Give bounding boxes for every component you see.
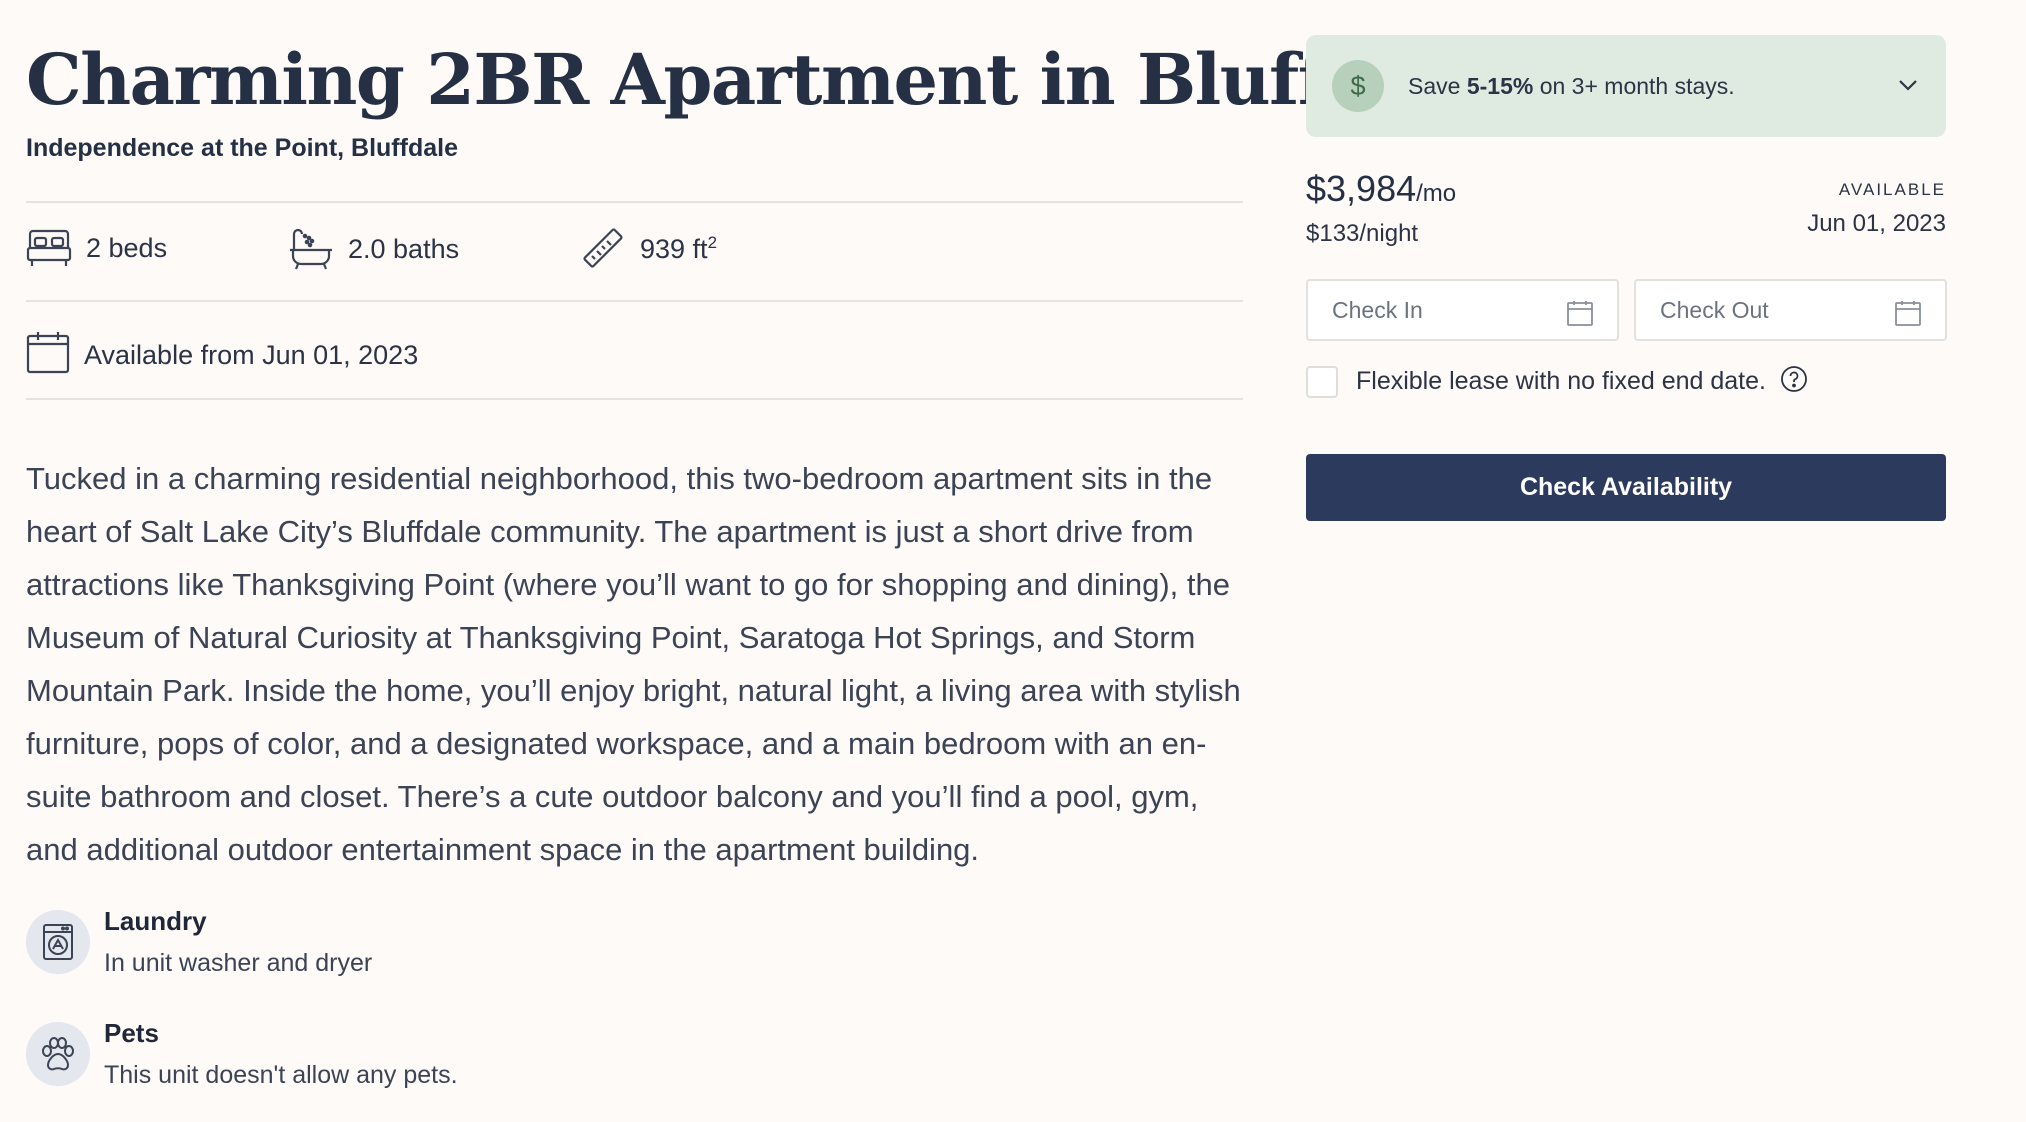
baths-label: 2.0 baths [348, 233, 460, 264]
check-availability-button[interactable]: Check Availability [1306, 454, 1946, 521]
calendar-icon [26, 330, 70, 381]
check-out-placeholder: Check Out [1660, 296, 1769, 323]
washer-icon [26, 910, 90, 974]
listing-title: Charming 2BR Apartment in Bluffdale [26, 38, 1487, 121]
chevron-down-icon[interactable] [1896, 73, 1920, 102]
check-out-input[interactable]: Check Out [1634, 279, 1947, 341]
ruler-icon [580, 226, 626, 272]
available-from-label: Available from Jun 01, 2023 [84, 340, 419, 370]
feature-pets: Pets This unit doesn't allow any pets. [26, 1016, 458, 1092]
monthly-price: $3,984/mo [1306, 168, 1457, 209]
available-label: AVAILABLE [1838, 180, 1946, 199]
feature-desc: This unit doesn't allow any pets. [104, 1061, 458, 1089]
promo-text: Save 5-15% on 3+ month stays. [1408, 72, 1735, 99]
available-date: Jun 01, 2023 [1807, 210, 1946, 237]
bed-icon [26, 226, 72, 270]
feature-title: Pets [104, 1018, 159, 1048]
nightly-price: $133/night [1306, 220, 1419, 247]
feature-title: Laundry [104, 906, 207, 936]
beds-stat: 2 beds [26, 226, 167, 270]
dollar-icon: $ [1332, 60, 1384, 112]
help-icon[interactable] [1780, 365, 1808, 398]
feature-desc: In unit washer and dryer [104, 949, 373, 977]
check-in-placeholder: Check In [1332, 296, 1423, 323]
divider [26, 201, 1243, 203]
area-label: 939 ft2 [640, 233, 718, 264]
promo-banner[interactable]: $ Save 5-15% on 3+ month stays. [1306, 35, 1946, 137]
feature-laundry: Laundry In unit washer and dryer [26, 904, 372, 980]
listing-page: Charming 2BR Apartment in Bluffdale Inde… [0, 0, 2026, 1122]
listing-description: Tucked in a charming residential neighbo… [26, 461, 1241, 867]
paw-icon [26, 1022, 90, 1086]
area-stat: 939 ft2 [580, 226, 717, 272]
divider [26, 300, 1243, 302]
bathtub-icon [288, 226, 334, 272]
availability-row: Available from Jun 01, 2023 [26, 330, 418, 381]
listing-subtitle: Independence at the Point, Bluffdale [26, 134, 458, 162]
flexible-lease-row: Flexible lease with no fixed end date. [1306, 365, 1808, 398]
baths-stat: 2.0 baths [288, 226, 459, 272]
flexible-lease-checkbox[interactable] [1306, 365, 1338, 398]
divider [26, 398, 1243, 400]
flexible-lease-label: Flexible lease with no fixed end date. [1356, 367, 1766, 395]
beds-label: 2 beds [86, 232, 168, 263]
check-in-input[interactable]: Check In [1306, 279, 1619, 341]
calendar-icon [1895, 301, 1921, 326]
calendar-icon [1567, 301, 1593, 326]
